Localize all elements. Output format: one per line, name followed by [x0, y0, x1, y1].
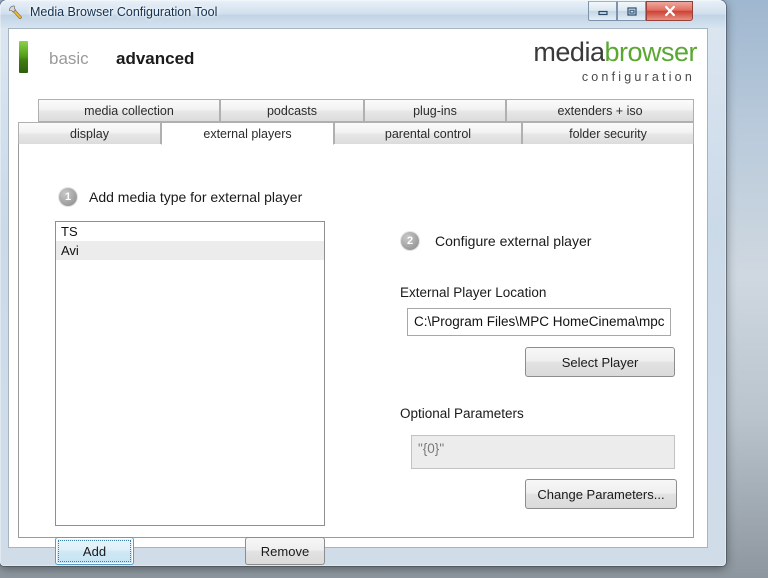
client-area: basic advanced mediabrowser configuratio… — [8, 28, 708, 565]
step-2-label: Configure external player — [435, 233, 592, 249]
change-parameters-button[interactable]: Change Parameters... — [525, 479, 677, 509]
tab-external-players[interactable]: external players — [161, 122, 334, 145]
mediabrowser-logo: mediabrowser configuration — [533, 39, 697, 84]
window-bottom-strip — [8, 548, 708, 560]
step-1-label: Add media type for external player — [89, 189, 303, 205]
list-item[interactable]: TS — [56, 222, 324, 241]
app-header: basic advanced mediabrowser configuratio… — [9, 29, 707, 95]
close-button[interactable] — [646, 1, 693, 21]
maximize-icon — [618, 2, 645, 20]
tab-podcasts[interactable]: podcasts — [220, 99, 364, 122]
title-bar[interactable]: Media Browser Configuration Tool — [0, 0, 726, 28]
optional-parameters-label: Optional Parameters — [400, 406, 524, 421]
window-title: Media Browser Configuration Tool — [30, 5, 218, 19]
tab-bar: media collection podcasts plug-ins exten… — [18, 99, 694, 145]
select-player-button-label: Select Player — [561, 354, 639, 370]
mode-basic-link[interactable]: basic — [49, 49, 89, 69]
step-2-badge: 2 — [401, 232, 419, 250]
external-players-panel: 1 Add media type for external player TS … — [18, 144, 694, 565]
select-player-button[interactable]: Select Player — [525, 347, 675, 377]
logo-subtitle: configuration — [581, 70, 695, 84]
tab-media-collection[interactable]: media collection — [38, 99, 220, 122]
change-parameters-button-label: Change Parameters... — [537, 486, 665, 502]
mode-advanced-link[interactable]: advanced — [116, 49, 194, 69]
accent-bar — [19, 41, 28, 73]
minimize-icon — [589, 2, 616, 20]
tab-row-top: media collection podcasts plug-ins exten… — [18, 99, 694, 122]
close-icon — [647, 2, 692, 20]
application-window: Media Browser Configuration Tool basic a… — [0, 0, 726, 566]
tab-parental-control[interactable]: parental control — [334, 122, 522, 145]
logo-media-text: media — [533, 37, 605, 67]
tab-row-bottom: display external players parental contro… — [18, 122, 694, 145]
tab-display[interactable]: display — [18, 122, 161, 145]
tab-plug-ins[interactable]: plug-ins — [364, 99, 506, 122]
media-type-list[interactable]: TS Avi — [55, 221, 325, 526]
minimize-button[interactable] — [588, 1, 617, 21]
optional-parameters-input[interactable]: "{0}" — [411, 435, 675, 469]
step-1-badge: 1 — [59, 188, 77, 206]
tab-folder-security[interactable]: folder security — [522, 122, 694, 145]
external-player-location-input[interactable]: C:\Program Files\MPC HomeCinema\mpc — [407, 308, 671, 336]
logo-browser-text: browser — [604, 37, 697, 67]
external-player-location-label: External Player Location — [400, 285, 547, 300]
list-item[interactable]: Avi — [56, 241, 324, 260]
desktop-background: Media Browser Configuration Tool basic a… — [0, 0, 768, 578]
tab-extenders-iso[interactable]: extenders + iso — [506, 99, 694, 122]
maximize-button[interactable] — [617, 1, 646, 21]
wrench-icon — [8, 5, 25, 22]
